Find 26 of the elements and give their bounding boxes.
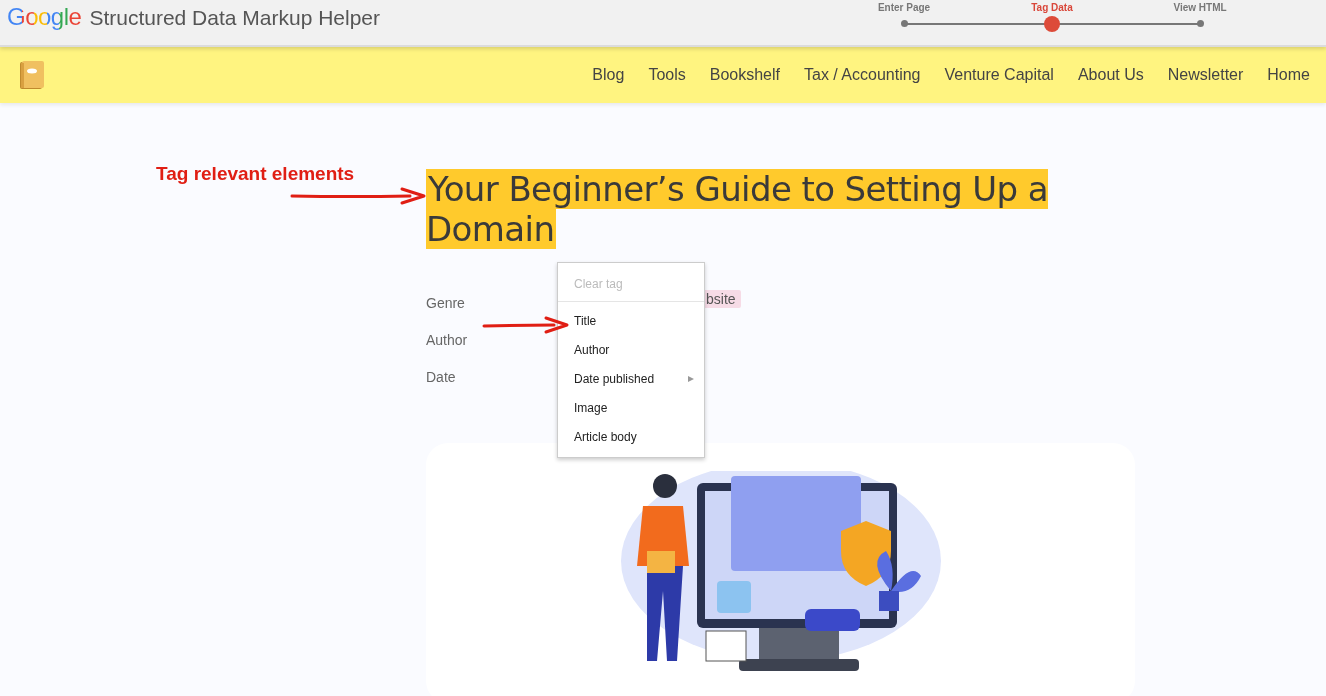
step-label[interactable]: Enter Page xyxy=(877,1,931,15)
menu-item[interactable]: Image xyxy=(558,393,704,422)
field-label: Genre xyxy=(426,294,465,313)
nav-link[interactable]: About Us xyxy=(1065,66,1156,84)
step-label[interactable]: View HTML xyxy=(1173,1,1227,15)
nav-link[interactable]: Blog xyxy=(580,66,637,84)
step-label[interactable]: Tag Data xyxy=(1031,1,1073,15)
step-dot xyxy=(1196,20,1204,27)
field-label: Author xyxy=(426,331,468,350)
step-dot xyxy=(900,20,908,27)
field-label: Date xyxy=(426,368,456,387)
nav-link[interactable]: Tools xyxy=(636,66,698,84)
app-title: Structured Data Markup Helper xyxy=(89,6,381,30)
nav-link[interactable]: Venture Capital xyxy=(932,66,1066,84)
menu-item[interactable]: Article body xyxy=(558,422,704,451)
menu-item[interactable]: Author xyxy=(558,335,704,364)
book-icon[interactable] xyxy=(18,59,45,91)
nav-link[interactable]: Tax / Accounting xyxy=(792,66,933,84)
nav-link[interactable]: Bookshelf xyxy=(697,66,792,84)
menu-item[interactable]: Date published xyxy=(558,364,704,393)
step-dot xyxy=(1044,16,1060,32)
annotation-text: Tag relevant elements xyxy=(156,163,355,185)
article-title: Your Beginner’s Guide to Setting Up a Domain xyxy=(426,169,1050,249)
nav-link[interactable]: Newsletter xyxy=(1155,66,1256,84)
nav-link[interactable]: Home xyxy=(1255,66,1322,84)
menu-item[interactable]: Title xyxy=(558,306,704,335)
